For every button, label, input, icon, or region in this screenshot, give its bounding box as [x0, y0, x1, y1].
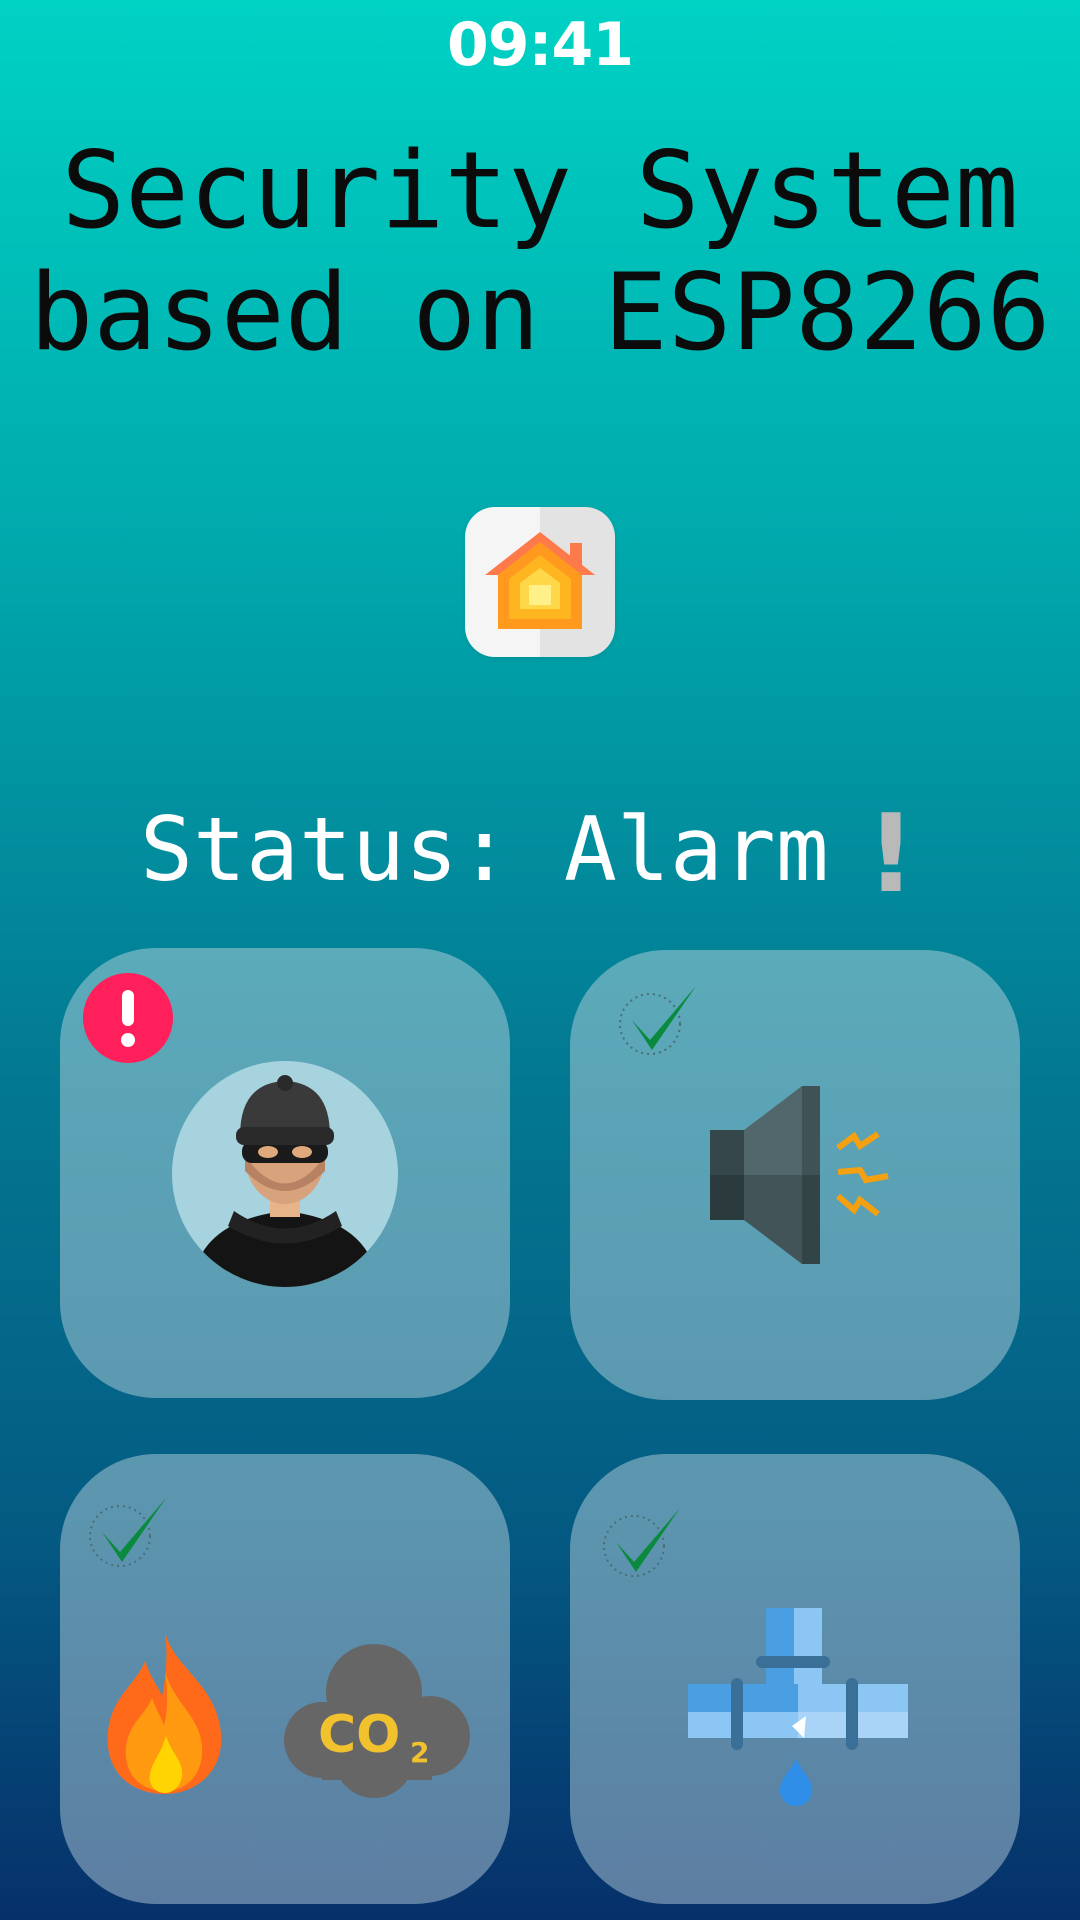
- home-app-icon[interactable]: [465, 507, 615, 657]
- checkmark-icon: [619, 986, 696, 1055]
- thief-icon: [172, 1061, 398, 1287]
- water-leak-sensor-card[interactable]: [570, 1454, 1020, 1904]
- co2-label: CO: [318, 1705, 400, 1765]
- co2-subscript: 2: [410, 1736, 429, 1769]
- home-icon: [485, 532, 595, 629]
- status-label: Status:: [140, 798, 511, 901]
- status-line: Status: Alarm: [140, 800, 829, 900]
- siren-sensor-card[interactable]: [570, 950, 1020, 1400]
- alert-icon: [83, 973, 173, 1063]
- speaker-icon: [710, 1086, 889, 1264]
- status-value: Alarm: [563, 798, 829, 901]
- status-bar-time: 09:41: [447, 10, 634, 80]
- fire-icon: [107, 1631, 222, 1794]
- alarm-exclamation-icon: !: [866, 792, 916, 917]
- checkmark-icon: [603, 1508, 680, 1577]
- fire-gas-sensor-card[interactable]: CO 2: [60, 1454, 510, 1904]
- pipe-leak-icon: [688, 1608, 908, 1806]
- checkmark-icon: [89, 1498, 166, 1567]
- page-title: Security System based on ESP8266: [29, 129, 1051, 374]
- co2-cloud-icon: CO 2: [284, 1644, 470, 1798]
- intruder-sensor-card[interactable]: [60, 948, 510, 1398]
